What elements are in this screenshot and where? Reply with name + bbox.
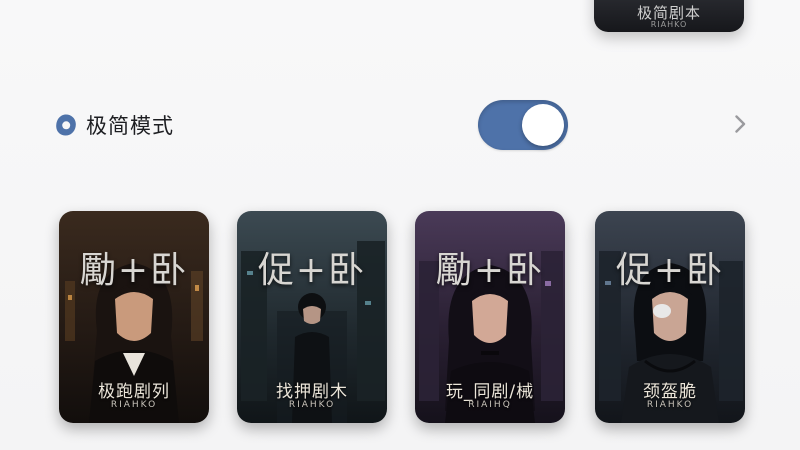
- toggle-knob: [522, 104, 564, 146]
- mode-settings-page: 极简剧本 RIAHKO 极简模式 勵+卧 极跑剧列 RIAHKO 促+卧 找押剧…: [0, 0, 800, 450]
- script-card[interactable]: 勵+卧 极跑剧列 RIAHKO: [59, 211, 209, 423]
- script-card[interactable]: 促+卧 找押剧木 RIAHKO: [237, 211, 387, 423]
- script-card[interactable]: 促+卧 颈盔脆 RIAHKO: [595, 211, 745, 423]
- card-subtitle: RIAHKO: [646, 400, 694, 410]
- card-logo: 勵+卧: [435, 250, 545, 291]
- card-title: 颈盔脆: [643, 382, 697, 402]
- mode-icon: [56, 114, 76, 136]
- minimal-mode-row[interactable]: 极简模式: [52, 96, 752, 154]
- card-title: 找押剧木: [276, 382, 348, 402]
- card-logo: 促+卧: [257, 250, 367, 291]
- chevron-right-icon[interactable]: [728, 112, 752, 136]
- card-logo: 勵+卧: [79, 250, 189, 291]
- minimal-mode-toggle[interactable]: [478, 100, 568, 150]
- card-subtitle: RIAHKO: [110, 400, 158, 410]
- card-logo: 促+卧: [615, 250, 725, 291]
- card-title: 极跑剧列: [98, 382, 170, 402]
- minimal-mode-label: 极简模式: [86, 114, 174, 138]
- card-subtitle: RIAHKO: [288, 400, 336, 410]
- card-title: 玩_同剧/械: [445, 382, 535, 402]
- script-card[interactable]: 勵+卧 玩_同剧/械 RIAIHQ: [415, 211, 565, 423]
- top-card-subtitle: RIAHKO: [650, 20, 688, 29]
- top-script-card[interactable]: 极简剧本 RIAHKO: [594, 0, 744, 32]
- card-subtitle: RIAIHQ: [468, 400, 512, 410]
